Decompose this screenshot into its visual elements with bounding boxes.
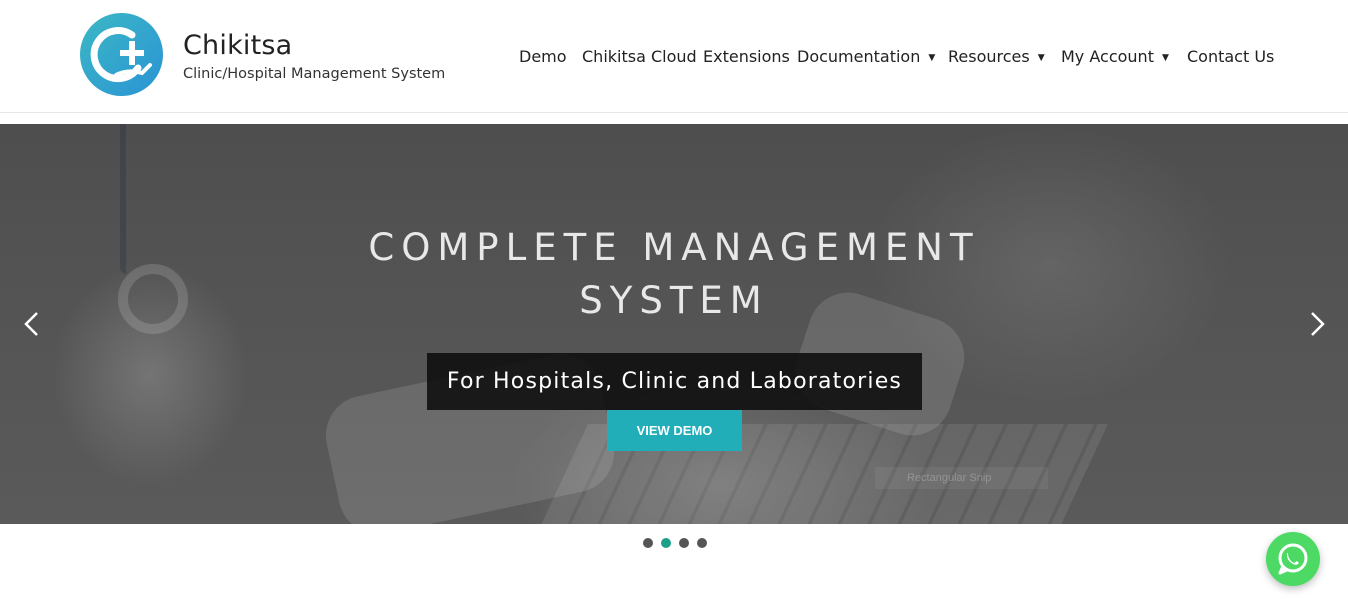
nav-label: Demo [519,47,567,66]
brand-tagline: Clinic/Hospital Management System [183,66,446,82]
hero-title-line1: COMPLETE MANAGEMENT [368,226,980,269]
nav-resources[interactable]: Resources ▼ [948,47,1045,66]
brand-name[interactable]: Chikitsa [183,30,292,61]
nav-label: Resources [948,47,1030,66]
nav-extensions[interactable]: Extensions [703,47,790,66]
caret-down-icon: ▼ [1161,53,1169,63]
hero-title-line2: SYSTEM [579,279,769,322]
nav-label: Chikitsa Cloud [582,47,697,66]
nav-label: Extensions [703,47,790,66]
clinic-plus-hand-logo-icon [90,27,152,83]
whatsapp-icon [1278,543,1308,575]
nav-chikitsa-cloud[interactable]: Chikitsa Cloud [582,47,697,66]
hero-slider: Rectangular Snip COMPLETE MANAGEMENT SYS… [0,124,1348,524]
nav-label: Documentation [797,47,921,66]
nav-label: My Account [1061,47,1154,66]
nav-my-account[interactable]: My Account ▼ [1061,47,1169,66]
site-header: Chikitsa Clinic/Hospital Management Syst… [0,0,1348,113]
whatsapp-chat-button[interactable] [1266,532,1320,586]
nav-contact-us[interactable]: Contact Us [1187,47,1274,66]
carousel-dot[interactable] [679,538,689,548]
nav-demo[interactable]: Demo [519,47,567,66]
caret-down-icon: ▼ [928,53,936,63]
carousel-dot-active[interactable] [661,538,671,548]
background-snip-label: Rectangular Snip [875,467,1048,489]
hero-subtitle: For Hospitals, Clinic and Laboratories [427,353,922,410]
caret-down-icon: ▼ [1037,53,1045,63]
brand-logo[interactable] [80,13,163,96]
nav-label: Contact Us [1187,47,1275,66]
carousel-dot[interactable] [643,538,653,548]
nav-documentation[interactable]: Documentation ▼ [797,47,935,66]
carousel-dot[interactable] [697,538,707,548]
view-demo-button[interactable]: VIEW DEMO [607,410,742,451]
